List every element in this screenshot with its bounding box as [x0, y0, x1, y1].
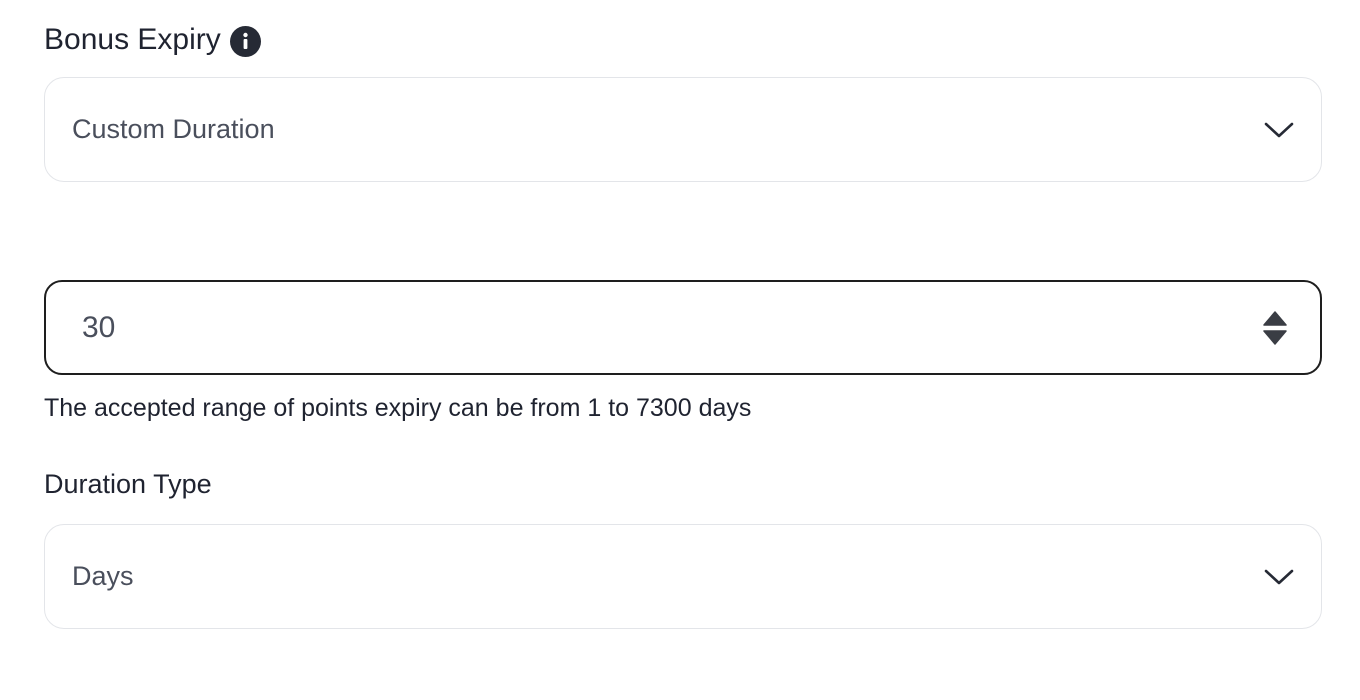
chevron-down-icon	[1263, 567, 1295, 587]
duration-type-label: Duration Type	[44, 469, 212, 499]
duration-input[interactable]	[82, 310, 482, 345]
bonus-expiry-select-value: Custom Duration	[72, 114, 275, 144]
info-icon[interactable]	[229, 25, 261, 57]
chevron-down-icon	[1263, 120, 1295, 140]
duration-number-field[interactable]	[44, 280, 1322, 375]
bonus-expiry-select[interactable]: Custom Duration	[44, 77, 1322, 182]
number-stepper-icon[interactable]	[1262, 310, 1288, 346]
duration-type-select-value: Days	[72, 561, 134, 591]
bonus-expiry-label-row: Bonus Expiry	[44, 20, 261, 60]
bonus-expiry-label: Bonus Expiry	[44, 23, 221, 56]
duration-type-select[interactable]: Days	[44, 524, 1322, 629]
duration-helper-text: The accepted range of points expiry can …	[44, 394, 752, 422]
